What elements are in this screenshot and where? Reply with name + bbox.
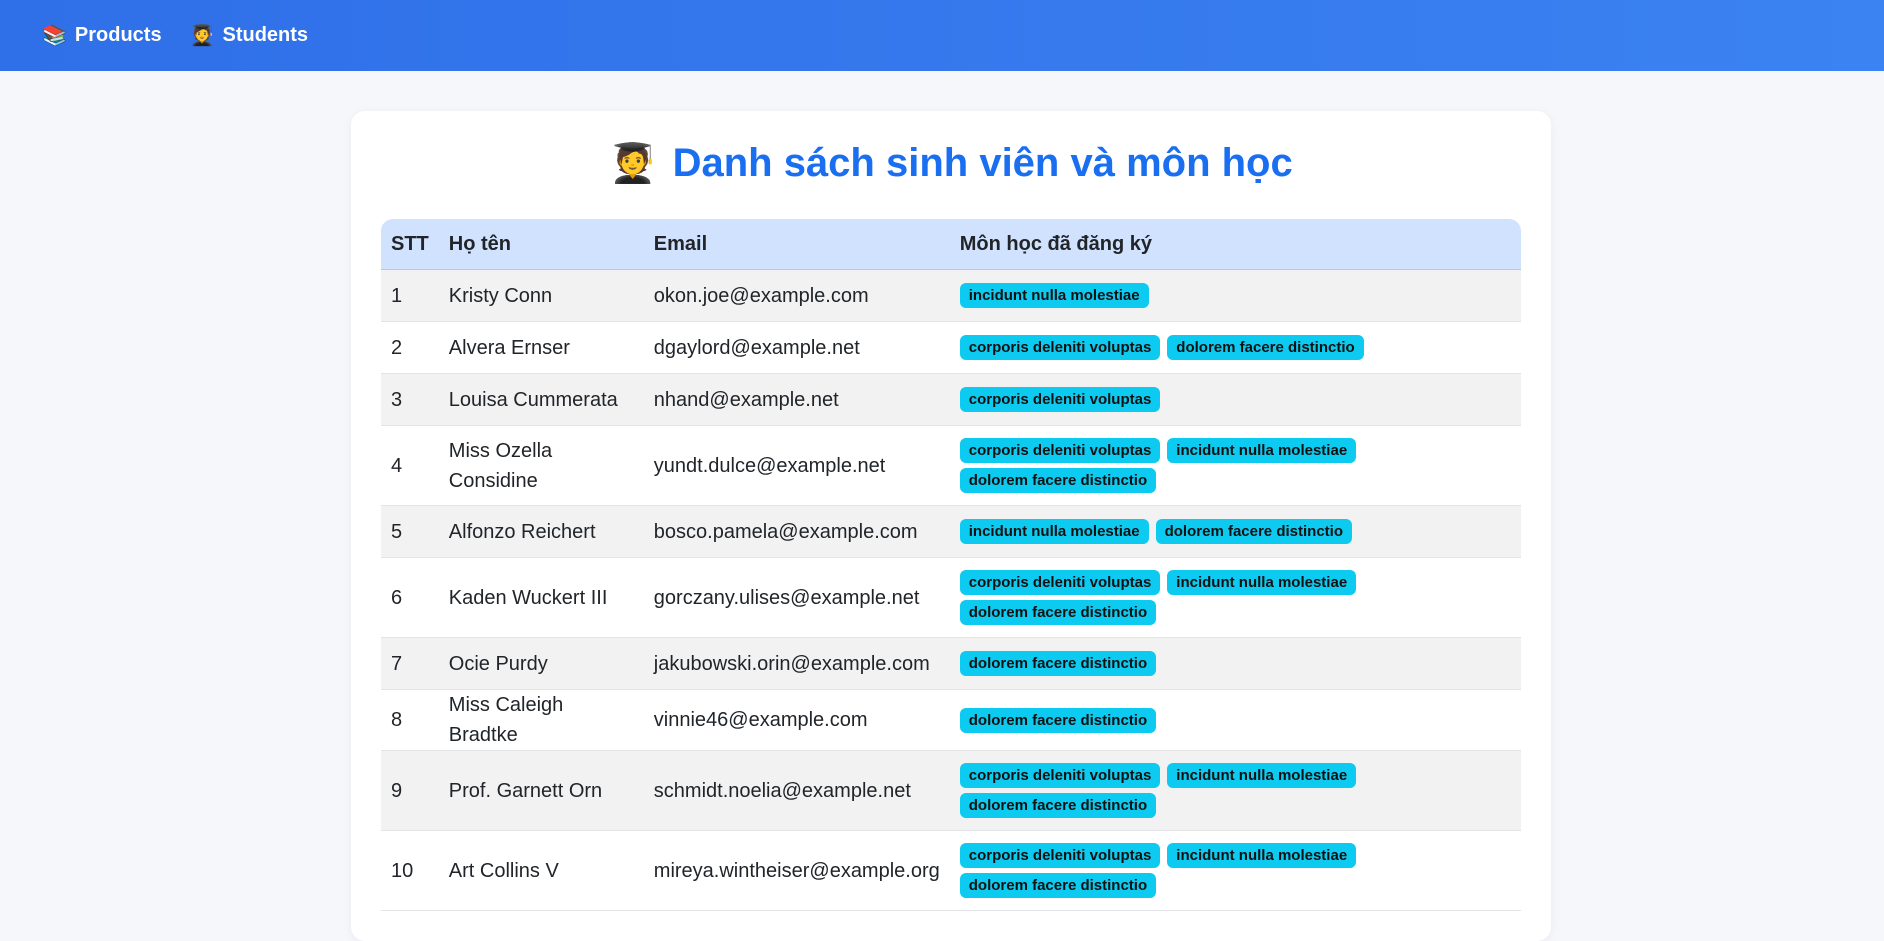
course-badge-list: corporis deleniti voluptas incidunt nulla… xyxy=(959,436,1380,495)
cell-stt: 1 xyxy=(381,270,439,322)
course-badge: dolorem facere distinctio xyxy=(959,600,1157,625)
table-row: 8 Miss Caleigh Bradtke vinnie46@example.co… xyxy=(381,690,1521,751)
course-badge-list: incidunt nulla molestiae xyxy=(959,281,1380,310)
cell-courses: corporis deleniti voluptas incidunt nulla… xyxy=(949,831,1521,911)
table-row: 4 Miss Ozella Considine yundt.dulce@exampl… xyxy=(381,426,1521,506)
course-badge-list: dolorem facere distinctio xyxy=(959,706,1380,735)
cell-stt: 7 xyxy=(381,638,439,690)
cell-name: Art Collins V xyxy=(438,831,644,911)
cell-name: Miss Ozella Considine xyxy=(438,426,644,506)
cell-stt: 9 xyxy=(381,751,439,831)
course-badge: dolorem facere distinctio xyxy=(959,873,1157,898)
cell-email: schmidt.noelia@example.net xyxy=(643,751,950,831)
cell-courses: corporis deleniti voluptas dolorem facere… xyxy=(949,322,1521,374)
course-badge: corporis deleniti voluptas xyxy=(959,387,1161,412)
table-row: 6 Kaden Wuckert III gorczany.ulises@exampl… xyxy=(381,558,1521,638)
table-row: 5 Alfonzo Reichert bosco.pamela@example.co… xyxy=(381,506,1521,558)
cell-name: Kaden Wuckert III xyxy=(438,558,644,638)
cell-email: yundt.dulce@example.net xyxy=(643,426,950,506)
student-icon: 🧑‍🎓 xyxy=(189,24,215,47)
cell-email: okon.joe@example.com xyxy=(643,270,950,322)
cell-email: mireya.wintheiser@example.org xyxy=(643,831,950,911)
table-row: 2 Alvera Ernser dgaylord@example.net corpor… xyxy=(381,322,1521,374)
course-badge: corporis deleniti voluptas xyxy=(959,570,1161,595)
course-badge-list: corporis deleniti voluptas incidunt nulla… xyxy=(959,841,1380,900)
table-row: 3 Louisa Cummerata nhand@example.net corpor… xyxy=(381,374,1521,426)
student-icon: 🧑‍🎓 xyxy=(609,143,657,185)
cell-stt: 4 xyxy=(381,426,439,506)
cell-email: dgaylord@example.net xyxy=(643,322,950,374)
top-navbar: 📚 Products 🧑‍🎓 Students xyxy=(0,0,1884,71)
course-badge: corporis deleniti voluptas xyxy=(959,335,1161,360)
table-row: 9 Prof. Garnett Orn schmidt.noelia@example… xyxy=(381,751,1521,831)
cell-email: nhand@example.net xyxy=(643,374,950,426)
course-badge: incidunt nulla molestiae xyxy=(1167,570,1357,595)
books-icon: 📚 xyxy=(42,24,67,47)
course-badge: dolorem facere distinctio xyxy=(959,707,1157,733)
table-body: 1 Kristy Conn okon.joe@example.com incidunt… xyxy=(381,270,1521,911)
course-badge-list: corporis deleniti voluptas dolorem facere… xyxy=(959,333,1380,362)
cell-stt: 8 xyxy=(381,690,439,751)
course-badge: incidunt nulla molestiae xyxy=(1167,843,1357,868)
header-stt: STT xyxy=(381,219,439,270)
cell-email: jakubowski.orin@example.com xyxy=(643,638,950,690)
course-badge: dolorem facere distinctio xyxy=(959,793,1157,818)
cell-stt: 6 xyxy=(381,558,439,638)
cell-name: Miss Caleigh Bradtke xyxy=(438,690,644,751)
cell-courses: corporis deleniti voluptas xyxy=(949,374,1521,426)
course-badge: incidunt nulla molestiae xyxy=(1167,438,1357,463)
course-badge: corporis deleniti voluptas xyxy=(959,843,1161,868)
cell-courses: dolorem facere distinctio xyxy=(949,690,1521,751)
header-courses: Môn học đã đăng ký xyxy=(949,219,1521,270)
students-table: STT Họ tên Email Môn học đã đăng ký 1 Kri… xyxy=(381,219,1521,911)
page-title: 🧑‍🎓 Danh sách sinh viên và môn học xyxy=(351,111,1551,201)
header-name: Họ tên xyxy=(438,219,644,270)
cell-courses: incidunt nulla molestiae xyxy=(949,270,1521,322)
cell-courses: incidunt nulla molestiae dolorem facere d… xyxy=(949,506,1521,558)
cell-courses: corporis deleniti voluptas incidunt nulla… xyxy=(949,751,1521,831)
cell-name: Ocie Purdy xyxy=(438,638,644,690)
course-badge-list: incidunt nulla molestiae dolorem facere d… xyxy=(959,517,1380,546)
table-row: 7 Ocie Purdy jakubowski.orin@example.com do… xyxy=(381,638,1521,690)
cell-name: Prof. Garnett Orn xyxy=(438,751,644,831)
course-badge: incidunt nulla molestiae xyxy=(959,519,1149,544)
course-badge: dolorem facere distinctio xyxy=(1167,335,1364,360)
students-card: 🧑‍🎓 Danh sách sinh viên và môn học STT Họ… xyxy=(351,111,1551,941)
course-badge-list: dolorem facere distinctio xyxy=(959,649,1380,678)
course-badge: corporis deleniti voluptas xyxy=(959,438,1161,463)
cell-name: Kristy Conn xyxy=(438,270,644,322)
cell-stt: 3 xyxy=(381,374,439,426)
cell-courses: dolorem facere distinctio xyxy=(949,638,1521,690)
course-badge-list: corporis deleniti voluptas xyxy=(959,385,1380,414)
cell-email: vinnie46@example.com xyxy=(643,690,950,751)
course-badge: incidunt nulla molestiae xyxy=(959,283,1149,308)
cell-stt: 5 xyxy=(381,506,439,558)
cell-name: Alfonzo Reichert xyxy=(438,506,644,558)
course-badge: dolorem facere distinctio xyxy=(959,468,1157,493)
table-row: 10 Art Collins Vmireya.wintheiser@example… xyxy=(381,831,1521,911)
nav-products-link[interactable]: 📚 Products xyxy=(42,24,162,47)
cell-courses: corporis deleniti voluptas incidunt nulla… xyxy=(949,426,1521,506)
nav-products-label: Products xyxy=(74,24,162,46)
course-badge-list: corporis deleniti voluptas incidunt nulla… xyxy=(959,761,1380,820)
cell-name: Louisa Cummerata xyxy=(438,374,644,426)
header-email: Email xyxy=(643,219,950,270)
table-row: 1 Kristy Conn okon.joe@example.com incidunt… xyxy=(381,270,1521,322)
cell-stt: 2 xyxy=(381,322,439,374)
cell-email: bosco.pamela@example.com xyxy=(643,506,950,558)
cell-name: Alvera Ernser xyxy=(438,322,644,374)
table-header-row: STT Họ tên Email Môn học đã đăng ký xyxy=(381,219,1521,270)
nav-students-label: Students xyxy=(222,24,309,46)
cell-courses: corporis deleniti voluptas incidunt nulla… xyxy=(949,558,1521,638)
course-badge: dolorem facere distinctio xyxy=(1155,519,1352,544)
course-badge: corporis deleniti voluptas xyxy=(959,763,1161,788)
page-title-text: Danh sách sinh viên và môn học xyxy=(672,141,1293,185)
cell-stt: 10 xyxy=(381,831,439,911)
course-badge-list: corporis deleniti voluptas incidunt nulla… xyxy=(959,568,1380,627)
nav-students-link[interactable]: 🧑‍🎓 Students xyxy=(190,24,308,47)
course-badge: dolorem facere distinctio xyxy=(959,651,1157,676)
cell-email: gorczany.ulises@example.net xyxy=(643,558,950,638)
course-badge: incidunt nulla molestiae xyxy=(1167,763,1357,788)
